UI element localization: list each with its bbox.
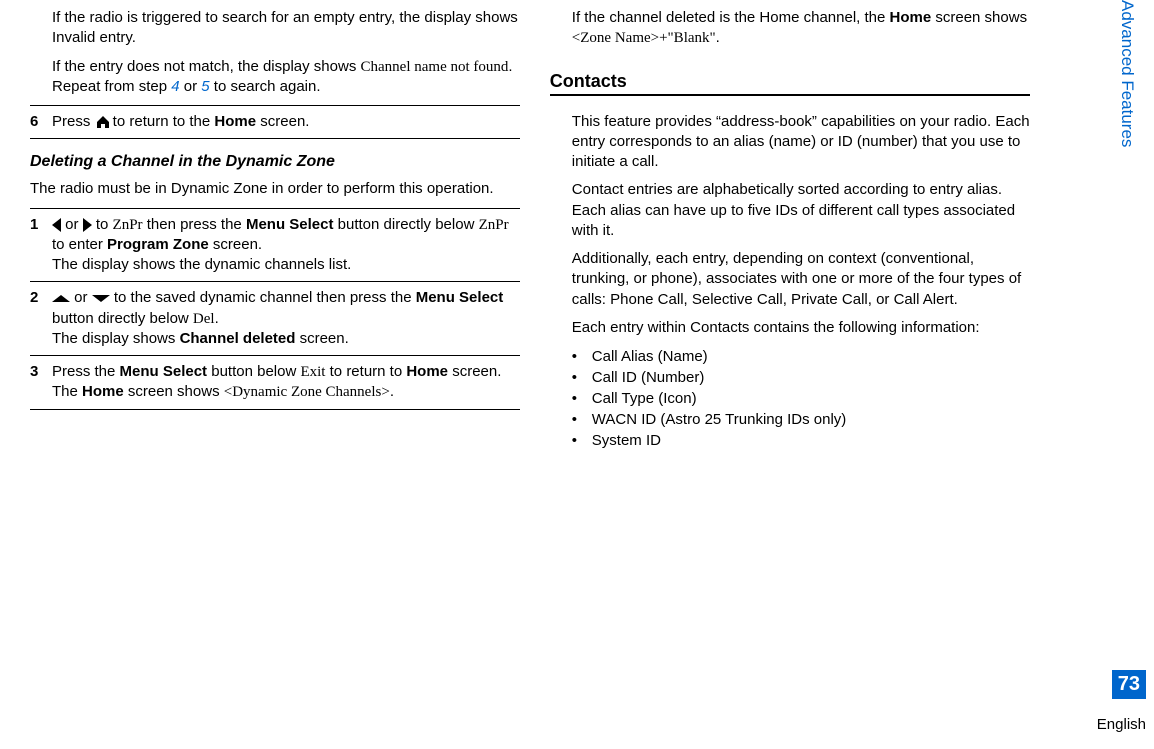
serif-text: ZnPr	[113, 217, 143, 233]
body-text: The radio must be in Dynamic Zone in ord…	[30, 179, 520, 199]
serif-text: <Dynamic Zone Channels>	[224, 384, 390, 400]
list-item: WACN ID (Astro 25 Trunking IDs only)	[572, 409, 1030, 430]
bold-text: Menu Select	[120, 363, 208, 380]
text: or	[180, 78, 202, 95]
text: The	[52, 383, 82, 400]
text: The display shows	[52, 330, 180, 347]
text: If the entry does not match, the display…	[52, 58, 361, 75]
serif-text: <Zone Name>+"Blank"	[572, 30, 716, 46]
nav-down-icon	[92, 295, 110, 302]
step-body: or to the saved dynamic channel then pre…	[52, 288, 520, 349]
bold-text: Program Zone	[107, 236, 209, 253]
text: or	[70, 289, 92, 306]
text: .	[716, 29, 720, 46]
section-heading-contacts: Contacts	[550, 71, 1030, 96]
text: screen shows	[931, 9, 1027, 26]
body-text: If the radio is triggered to search for …	[52, 8, 520, 49]
step-6: 6 Press to return to the Home screen.	[30, 105, 520, 139]
text: to enter	[52, 236, 107, 253]
text: Press	[52, 113, 95, 130]
list-item: Call Type (Icon)	[572, 388, 1030, 409]
text: button below	[207, 363, 300, 380]
bold-text: Menu Select	[416, 289, 504, 306]
body-text: Contact entries are alphabetically sorte…	[572, 180, 1030, 241]
serif-text: ZnPr	[479, 217, 509, 233]
side-tab-chapter: Advanced Features	[1114, 0, 1140, 250]
step-number: 1	[30, 215, 52, 233]
nav-left-icon	[52, 218, 61, 232]
bold-text: Home	[890, 9, 932, 26]
step-ref-5[interactable]: 5	[201, 78, 209, 95]
step-1: 1 or to ZnPr then press the Menu Select …	[30, 208, 520, 282]
bold-text: Home	[406, 363, 448, 380]
step-body: Press to return to the Home screen.	[52, 112, 520, 132]
serif-text: Del	[193, 311, 215, 327]
text: to	[92, 216, 113, 233]
text: button directly below	[52, 310, 193, 327]
serif-text: Exit	[300, 364, 325, 380]
step-number: 6	[30, 112, 52, 130]
bold-text: Home	[214, 113, 256, 130]
text: to return to the	[109, 113, 215, 130]
nav-right-icon	[83, 218, 92, 232]
step-ref-4[interactable]: 4	[171, 78, 179, 95]
body-text: This feature provides “address-book” cap…	[572, 112, 1030, 173]
display-text: Channel name not found	[361, 59, 509, 75]
text: The display shows the dynamic channels l…	[52, 256, 351, 273]
bold-text: Channel deleted	[180, 330, 296, 347]
step-number: 2	[30, 288, 52, 306]
nav-up-icon	[52, 295, 70, 302]
language-label: English	[1097, 716, 1146, 733]
text: then press the	[143, 216, 246, 233]
step-2: 2 or to the saved dynamic channel then p…	[30, 281, 520, 355]
text: screen.	[209, 236, 262, 253]
text: to search again.	[210, 78, 321, 95]
list-item: Call Alias (Name)	[572, 346, 1030, 367]
list-item: System ID	[572, 430, 1030, 451]
body-text: Additionally, each entry, depending on c…	[572, 249, 1030, 310]
text: Press the	[52, 363, 120, 380]
subheading-deleting-channel: Deleting a Channel in the Dynamic Zone	[30, 153, 520, 171]
body-text: Each entry within Contacts contains the …	[572, 318, 1030, 338]
text: .	[390, 383, 394, 400]
list-item: Call ID (Number)	[572, 367, 1030, 388]
step-number: 3	[30, 362, 52, 380]
bold-text: Home	[82, 383, 124, 400]
step-3: 3 Press the Menu Select button below Exi…	[30, 355, 520, 410]
text: to return to	[325, 363, 406, 380]
text: screen.	[295, 330, 348, 347]
body-text: If the channel deleted is the Home chann…	[572, 8, 1030, 49]
text: screen shows	[124, 383, 224, 400]
body-text: If the entry does not match, the display…	[52, 57, 520, 98]
text: screen.	[256, 113, 309, 130]
bold-text: Menu Select	[246, 216, 334, 233]
text: screen.	[448, 363, 501, 380]
text: If the channel deleted is the Home chann…	[572, 9, 890, 26]
bullet-list: Call Alias (Name) Call ID (Number) Call …	[572, 346, 1030, 451]
page-number: 73	[1112, 670, 1146, 699]
home-icon	[95, 115, 109, 129]
text: .	[215, 310, 219, 327]
text: to the saved dynamic channel then press …	[110, 289, 416, 306]
text: button directly below	[333, 216, 478, 233]
text: or	[61, 216, 83, 233]
step-body: Press the Menu Select button below Exit …	[52, 362, 520, 403]
step-body: or to ZnPr then press the Menu Select bu…	[52, 215, 520, 276]
